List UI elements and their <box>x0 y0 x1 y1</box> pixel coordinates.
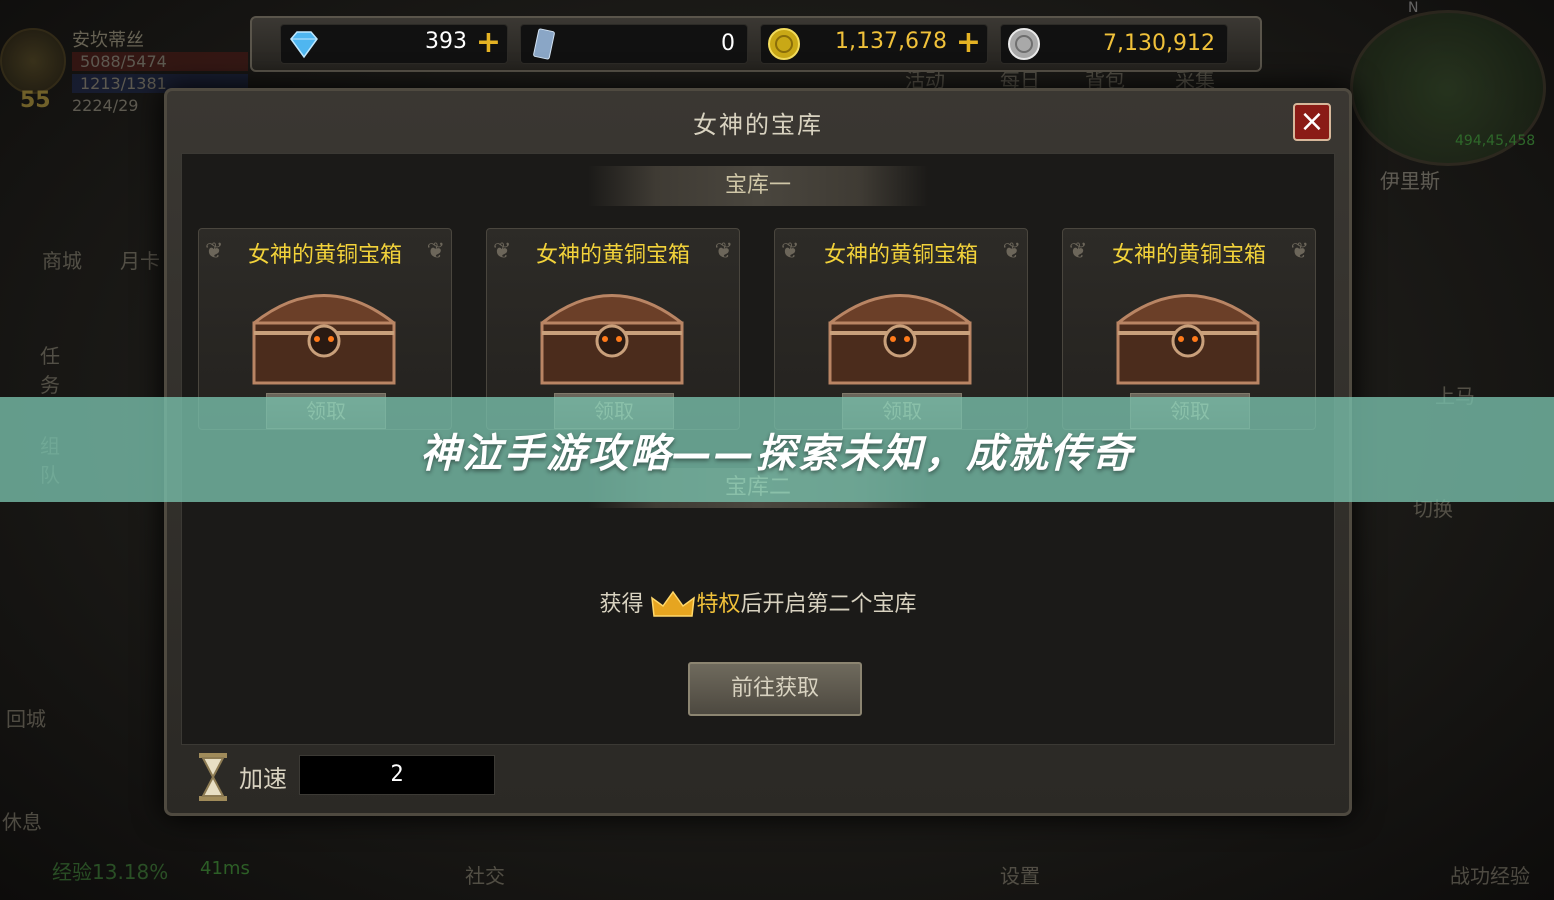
silver-count: 7,130,912 <box>1103 31 1215 56</box>
diamond-count: 393 <box>425 29 467 54</box>
menu-monthly-card[interactable]: 月卡 <box>120 245 160 274</box>
map-coordinates: 494,45,458 <box>1455 133 1536 149</box>
close-icon: × <box>1299 104 1325 139</box>
player-exp: 2224/29 <box>72 96 139 115</box>
battle-exp: 战功经验 <box>1450 864 1530 888</box>
player-level: 55 <box>20 88 51 113</box>
treasure-chest-icon <box>828 294 972 385</box>
social-button[interactable]: 社交 <box>465 860 505 889</box>
compass-north: N <box>1408 0 1419 16</box>
add-gold-icon[interactable]: + <box>956 28 981 58</box>
map-name: 伊里斯 <box>1380 169 1440 193</box>
speed-row: 加速 2 <box>189 751 509 801</box>
unlock-highlight: 特权 <box>696 592 741 617</box>
diamond-icon <box>290 31 318 59</box>
voucher-slot: 0 <box>520 24 748 64</box>
chest-title: 女神的黄铜宝箱 <box>535 243 690 268</box>
menu-return-city[interactable]: 回城 <box>6 703 46 732</box>
currency-bar: 393 + 0 1,137,678 + 7,130,912 <box>250 16 1262 72</box>
voucher-icon <box>533 28 555 60</box>
section-vault-one: 宝库一 <box>588 166 928 206</box>
chest-title: 女神的黄铜宝箱 <box>247 243 402 268</box>
player-name: 安坎蒂丝 <box>72 30 144 51</box>
unlock-suffix: 后开启第二个宝库 <box>740 592 917 617</box>
menu-quest[interactable]: 任务 <box>40 340 64 398</box>
gold-slot: 1,137,678 + <box>760 24 988 64</box>
exp-percent: 经验13.18% <box>52 860 169 884</box>
menu-rest[interactable]: 休息 <box>2 806 42 835</box>
speed-value-field[interactable]: 2 <box>299 755 495 795</box>
dialog-title: 女神的宝库 <box>693 111 823 139</box>
add-diamond-icon[interactable]: + <box>476 28 501 58</box>
crown-icon <box>651 590 696 617</box>
voucher-count: 0 <box>721 31 735 56</box>
settings-button[interactable]: 设置 <box>1000 860 1040 889</box>
treasure-chest-icon <box>540 294 684 385</box>
player-hp: 5088/5474 <box>72 52 248 71</box>
diamond-slot: 393 + <box>280 24 508 64</box>
banner-title: 神泣手游攻略——探索未知，成就传奇 <box>420 431 1134 477</box>
chest-title: 女神的黄铜宝箱 <box>823 243 978 268</box>
treasure-chest-icon <box>252 294 396 385</box>
gold-count: 1,137,678 <box>835 29 947 54</box>
unlock-message: 获得 特权后开启第二个宝库 <box>182 586 1334 620</box>
speed-label: 加速 <box>239 765 287 793</box>
close-button[interactable]: × <box>1293 103 1331 141</box>
hourglass-icon <box>199 753 227 801</box>
player-avatar[interactable] <box>0 28 66 94</box>
silver-coin-icon <box>1008 28 1040 60</box>
title-banner: 神泣手游攻略——探索未知，成就传奇 <box>0 397 1554 502</box>
chest-title: 女神的黄铜宝箱 <box>1111 243 1266 268</box>
menu-shop[interactable]: 商城 <box>42 245 82 274</box>
unlock-prefix: 获得 <box>599 592 644 617</box>
go-get-button[interactable]: 前往获取 <box>688 662 862 716</box>
treasure-chest-icon <box>1116 294 1260 385</box>
ping: 41ms <box>200 858 250 879</box>
silver-slot: 7,130,912 <box>1000 24 1228 64</box>
gold-coin-icon <box>768 28 800 60</box>
